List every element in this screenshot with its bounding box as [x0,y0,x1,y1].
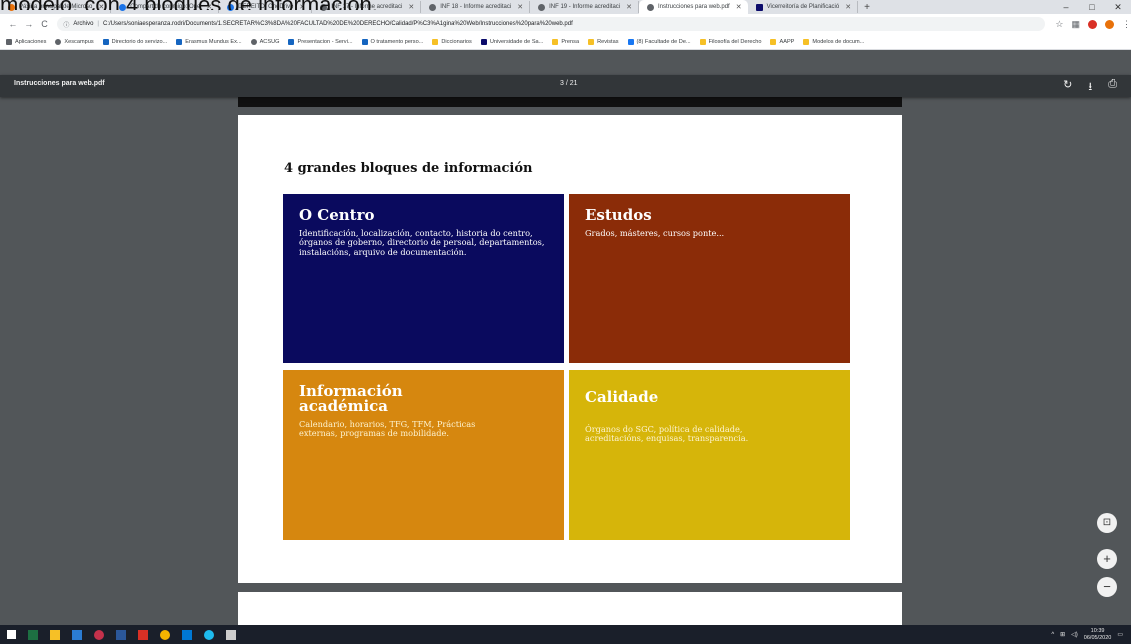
block-informacion-academica: Información académica Calendario, horari… [283,370,564,540]
block-text: Calendario, horarios, TFG, TFM, Práctica… [299,419,476,439]
clock-date: 06/05/2020 [1083,634,1112,641]
page-heading: 4 grandes bloques de información [284,161,533,176]
globe-icon [250,38,257,45]
excel-icon[interactable] [22,625,44,644]
star-icon[interactable]: ☆ [1055,19,1063,30]
facebook-icon [627,38,634,45]
globe-icon [55,38,62,45]
site-icon [176,38,183,45]
calculator-icon[interactable] [220,625,242,644]
forward-button[interactable]: → [22,19,36,29]
profile-avatar[interactable] [1104,19,1114,29]
block-title: Información académica [299,382,403,415]
bookmark-folder[interactable]: Revistas [588,38,619,45]
pdf-toolbar: Instrucciones para web.pdf 3 / 21 ↻ ⭳ ⎙ [0,75,1131,97]
print-icon[interactable]: ⎙ [1108,78,1117,97]
rotate-icon[interactable]: ↻ [1063,78,1072,97]
more-menu-icon[interactable]: ⋮ [1122,19,1131,30]
bookmark-folder[interactable]: Modelos de docum... [803,38,864,45]
chrome-icon[interactable] [154,625,176,644]
download-icon[interactable]: ⭳ [1088,78,1092,97]
block-title: Estudos [585,206,652,224]
clock[interactable]: 10:39 06/05/2020 [1084,628,1112,642]
zoom-out-button[interactable]: − [1097,577,1117,597]
bookmark-item[interactable]: (8) Facultade de De... [627,38,691,45]
bookmark-item[interactable]: O tratamento perso... [361,38,423,45]
block-text: Grados, másteres, cursos ponte... [585,228,725,238]
edge-legacy-icon[interactable] [88,625,110,644]
zoom-in-button[interactable]: + [1097,549,1117,569]
block-calidade: Calidade Órganos do SGC, política de cal… [569,370,850,540]
bookmark-folder[interactable]: Diccionarios [432,38,472,45]
previous-page-edge [238,97,902,107]
clock-time: 10:39 [1090,627,1105,634]
chevron-up-icon[interactable]: ^ [1051,632,1054,638]
site-icon [102,38,109,45]
notifications-icon[interactable]: ▭ [1117,631,1123,638]
extension-red-icon[interactable] [1087,19,1097,29]
folder-icon [803,38,810,45]
caption-text: modelo, con 4 bloques de información. [0,0,1131,10]
block-estudos: Estudos Grados, másteres, cursos ponte..… [569,194,850,363]
address-url: C:/Users/soniaesperanza.rodri/Documents/… [102,21,573,27]
bookmark-item[interactable]: Directorio do servizo... [102,38,167,45]
block-o-centro: O Centro Identificación, localización, c… [283,194,564,363]
site-icon [361,38,368,45]
windows-taskbar: ^ ⊞ ◁) 10:39 06/05/2020 ▭ [0,625,1131,644]
network-icon[interactable]: ⊞ [1060,631,1065,638]
bookmark-folder[interactable]: Prensa [552,38,579,45]
bookmark-item[interactable]: Erasmus Mundus Ex... [176,38,242,45]
bookmarks-bar: Aplicaciones Xescampus Directorio do ser… [0,34,1131,50]
toolbar-actions: ☆ ▦ ⋮ [1055,19,1131,30]
bookmark-item[interactable]: Universidade de Sa... [480,38,543,45]
reload-button[interactable]: C [38,19,52,29]
folder-icon [588,38,595,45]
bookmark-item[interactable]: Xescampus [55,38,94,45]
pdf-page-indicator: 3 / 21 [560,80,578,87]
extension-icon[interactable]: ▦ [1071,19,1080,30]
back-button[interactable]: ← [6,19,20,29]
volume-icon[interactable]: ◁) [1071,631,1078,638]
windows-start-icon[interactable] [0,625,22,644]
bookmark-item[interactable]: ACSUG [250,38,279,45]
pdf-filename: Instrucciones para web.pdf [14,80,105,87]
address-bar[interactable]: ⓘ Archivo | C:/Users/soniaesperanza.rodr… [57,17,1046,31]
acrobat-icon[interactable] [132,625,154,644]
bookmark-item[interactable]: Aplicaciones [6,38,46,45]
system-tray: ^ ⊞ ◁) 10:39 06/05/2020 ▭ [1051,625,1123,644]
folder-icon [770,38,777,45]
block-text: Identificación, localización, contacto, … [299,228,545,257]
bookmark-folder[interactable]: Filosofía del Derecho [699,38,761,45]
internet-explorer-icon[interactable] [198,625,220,644]
bookmark-item[interactable]: Presentacion - Servi... [288,38,353,45]
outlook-icon[interactable] [176,625,198,644]
block-title: Calidade [585,388,659,406]
block-text: Órganos do SGC, política de calidade, ac… [585,424,749,444]
word-icon[interactable] [110,625,132,644]
folder-icon [432,38,439,45]
scheme-label: Archivo [73,21,94,27]
apps-grid-icon [6,38,12,45]
file-explorer-icon[interactable] [44,625,66,644]
usc-logo-icon [480,38,487,45]
address-separator: | [97,21,99,27]
store-icon[interactable] [66,625,88,644]
site-icon [288,38,295,45]
folder-icon [552,38,559,45]
bookmark-folder[interactable]: AAPP [770,38,794,45]
folder-icon [699,38,706,45]
info-icon[interactable]: ⓘ [63,20,69,29]
browser-toolbar: ← → C ⓘ Archivo | C:/Users/soniaesperanz… [0,14,1131,34]
pdf-page: 4 grandes bloques de información O Centr… [238,115,902,583]
pdf-actions: ↻ ⭳ ⎙ [1063,78,1117,97]
block-title: O Centro [299,206,375,224]
fit-page-button[interactable]: ⊡ [1097,513,1117,533]
pdf-viewer-top [0,50,1131,75]
